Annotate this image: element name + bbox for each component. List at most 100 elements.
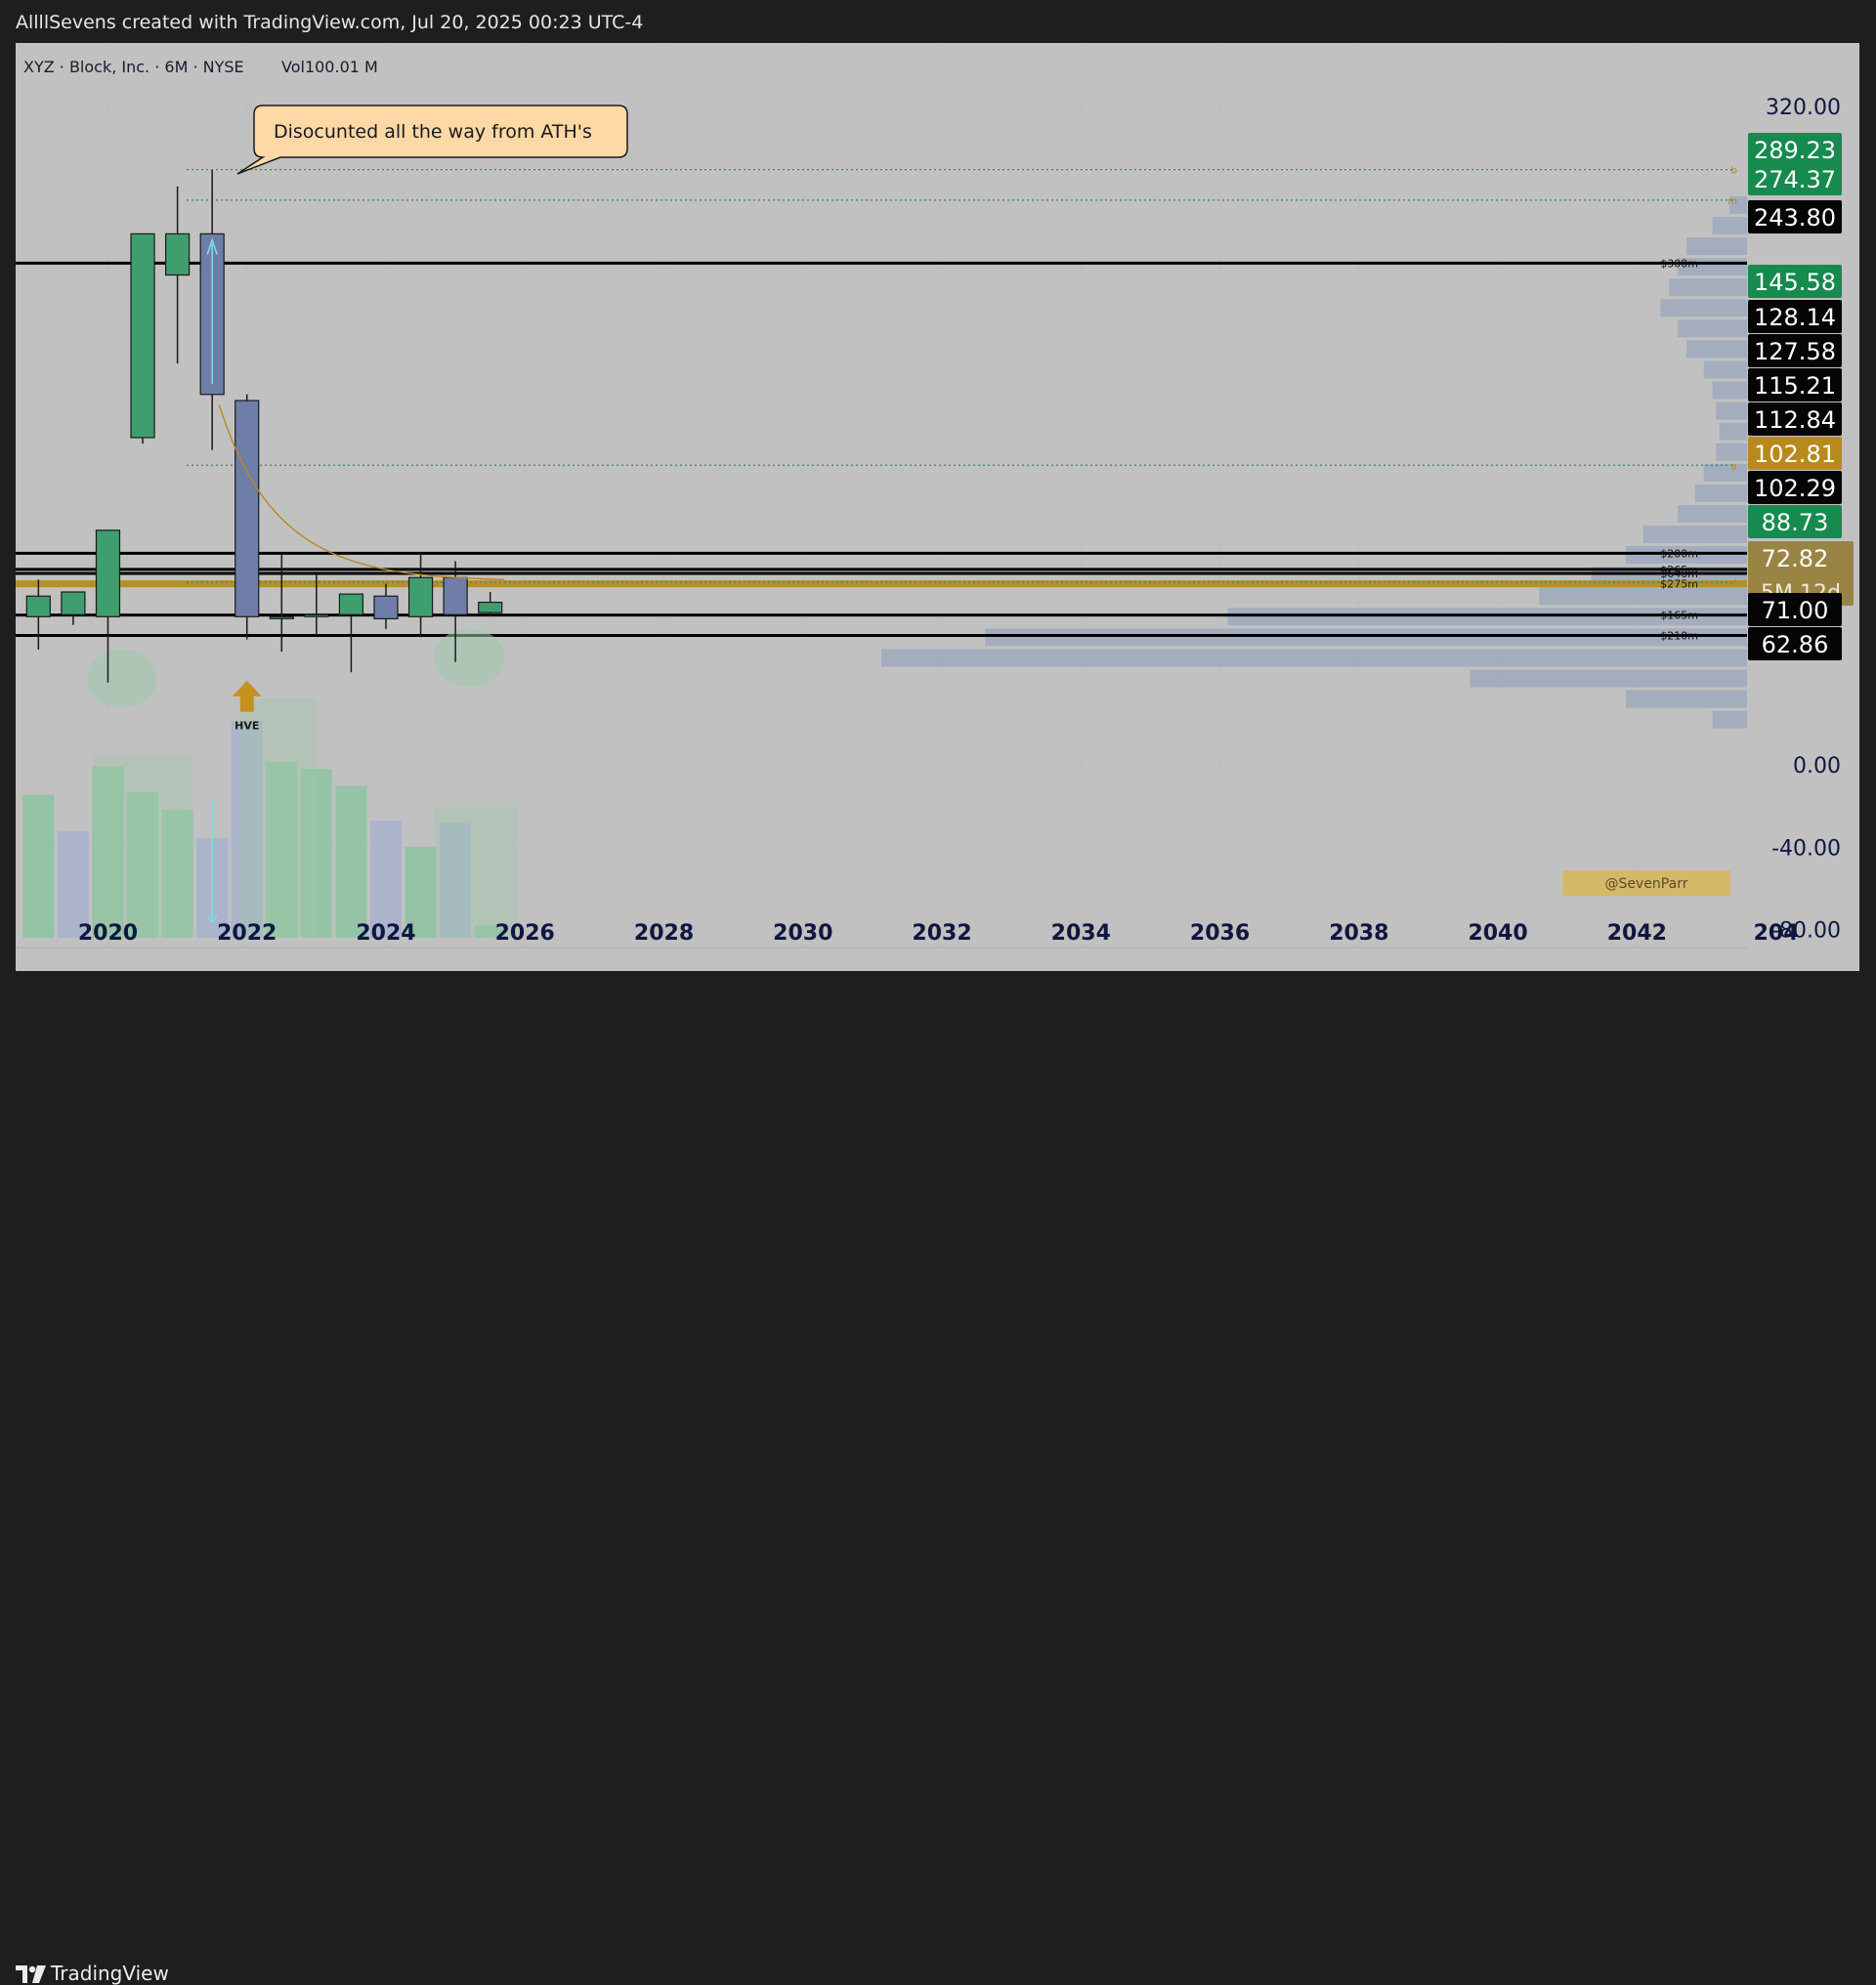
x-tick-label: 2028 [634, 921, 694, 946]
bull-candle [478, 601, 503, 613]
level-tag: $200m [1660, 547, 1698, 560]
bull-candle [269, 615, 294, 619]
price-label-text: 243.80 [1754, 204, 1836, 232]
x-tick-label: 2038 [1329, 921, 1388, 946]
volume-profile-bar [1642, 526, 1747, 544]
price-label-text: 62.86 [1762, 631, 1829, 658]
horizontal-lines-layer: $300m$200m$265m$640m$275m$165m$210mbmad [16, 166, 1747, 643]
bull-candle [338, 593, 364, 615]
volume-bar [335, 785, 367, 938]
price-label-text: 128.14 [1754, 304, 1836, 331]
volume-profile-bar [1470, 669, 1747, 688]
bull-candle [130, 232, 155, 439]
price-label-text: 71.00 [1762, 597, 1829, 624]
level-tag: $300m [1660, 257, 1698, 270]
volume-profile-bar [1712, 216, 1747, 234]
price-labels-layer: 289.23274.37 243.80 145.58 128.14 127.58 115.… [1748, 133, 1854, 660]
volume-profile-bar [1716, 401, 1747, 420]
volume-profile-bar [1669, 278, 1747, 297]
bull-candle [95, 529, 121, 617]
candles-layer [25, 170, 503, 683]
volume-indicator-text: Vol100.01 M [281, 58, 378, 76]
y-tick-label: -80.00 [1771, 919, 1841, 944]
bear-candle [234, 400, 260, 617]
footer: TradingView [0, 977, 1876, 1985]
tradingview-logo-icon [16, 1965, 46, 1983]
callout-text: Disocunted all the way from ATH's [274, 121, 592, 143]
volume-profile-bar [1703, 360, 1747, 379]
volume-highlight [434, 806, 519, 938]
price-label-text: 274.37 [1754, 166, 1836, 193]
volume-profile-bar [1694, 484, 1747, 502]
x-tick-label: 2036 [1190, 921, 1250, 946]
symbol-text: XYZ · Block, Inc. · 6M · NYSE [23, 58, 244, 76]
level-tag: d [1731, 578, 1737, 589]
volume-highlight [94, 754, 192, 938]
volume-profile-bar [1719, 422, 1747, 441]
x-tick-label: 2026 [495, 921, 555, 946]
volume-profile-bar [1678, 319, 1747, 338]
x-tick-label: 2022 [217, 921, 277, 946]
price-label-text: 112.84 [1754, 406, 1836, 434]
volume-profile-bar [1685, 340, 1747, 359]
bear-candle [373, 595, 399, 620]
volume-profile-bar [1539, 587, 1747, 606]
footer-brand: TradingView [51, 1962, 169, 1985]
volume-profile-bar [1678, 504, 1747, 523]
volume-profile-bar [881, 649, 1747, 667]
x-tick-label: 2034 [1051, 921, 1111, 946]
volume-highlight [239, 697, 317, 938]
volume-layer [22, 697, 519, 938]
level-tag: $165m [1660, 610, 1698, 622]
price-label-text: 127.58 [1754, 338, 1836, 365]
highlight-circle [434, 628, 505, 688]
price-label-text: 289.23 [1754, 137, 1836, 164]
volume-profile-bar [1685, 237, 1747, 256]
price-label-text: 145.58 [1754, 269, 1836, 296]
bull-candle [407, 576, 434, 617]
volume-profile-layer [881, 195, 1747, 729]
volume-bar [22, 794, 55, 938]
level-tag: m [1727, 196, 1737, 207]
price-label-text: 102.81 [1754, 441, 1836, 468]
volume-profile-bar [1625, 690, 1747, 708]
price-label-text: 88.73 [1762, 509, 1829, 536]
highlight-circle [86, 649, 157, 708]
x-tick-label: 2040 [1468, 921, 1527, 946]
bull-candle [61, 591, 86, 615]
volume-profile-bar [1716, 443, 1747, 461]
chart-svg[interactable]: $300m$200m$265m$640m$275m$165m$210mbmad … [16, 43, 1859, 971]
price-label-text: 102.29 [1754, 475, 1836, 502]
watermark-badge: @SevenParr [1562, 870, 1730, 896]
volume-profile-bar [1703, 463, 1747, 482]
volume-profile-bar [985, 628, 1747, 647]
x-tick-label: 2020 [78, 921, 138, 946]
callout-bubble[interactable]: Disocunted all the way from ATH's [236, 105, 628, 175]
hve-label: HVE [234, 720, 259, 733]
price-label-text: 115.21 [1754, 372, 1836, 400]
bull-candle [164, 232, 191, 276]
x-tick-label: 2032 [912, 921, 971, 946]
y-tick-label: 320.00 [1766, 96, 1841, 120]
x-tick-label: 2024 [356, 921, 415, 946]
bull-candle [304, 613, 329, 617]
volume-profile-bar [1660, 299, 1747, 317]
x-tick-label: 2030 [773, 921, 832, 946]
level-tag: $275m [1660, 578, 1698, 591]
y-tick-label: -40.00 [1771, 836, 1841, 861]
chart-area[interactable]: $300m $200m $265m $640m $275m $165m $210m b m a d … [16, 43, 1859, 971]
volume-profile-bar [1712, 381, 1747, 400]
y-tick-label: 0.00 [1793, 754, 1841, 779]
volume-profile-bar [1712, 710, 1747, 729]
x-tick-label: 2042 [1607, 921, 1667, 946]
level-tag: a [1731, 461, 1737, 472]
watermark-text: @SevenParr [1605, 876, 1688, 892]
credit-text: AllllSevens created with TradingView.com… [16, 12, 644, 33]
bear-candle [443, 576, 468, 615]
highlight-circles-layer [86, 628, 505, 708]
level-tag: $210m [1660, 630, 1698, 643]
credit-bar: AllllSevens created with TradingView.com… [0, 0, 1876, 43]
bull-candle [25, 595, 51, 617]
price-label-text: 72.82 [1762, 545, 1829, 572]
level-tag: b [1731, 166, 1737, 177]
